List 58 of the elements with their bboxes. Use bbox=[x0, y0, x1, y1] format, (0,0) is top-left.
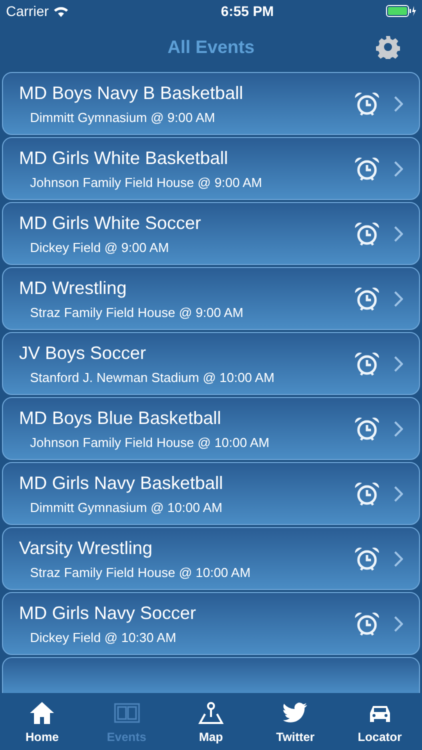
alarm-clock-icon[interactable] bbox=[354, 286, 380, 312]
event-location: Straz Family Field House @ 10:00 AM bbox=[29, 564, 252, 580]
event-row[interactable]: MD Boys Blue Basketball Johnson Family Field House @ 10:00 AM bbox=[2, 397, 420, 460]
event-title: MD Boys Blue Basketball bbox=[19, 408, 222, 428]
alarm-clock-icon[interactable] bbox=[354, 90, 380, 116]
event-title: Varsity Wrestling bbox=[19, 538, 154, 558]
event-title: MD Girls White Soccer bbox=[19, 212, 202, 234]
event-row[interactable]: MD Girls White Basketball Johnson Family Field House @ 9:00 AM bbox=[2, 137, 420, 200]
event-row[interactable]: MD Girls Navy Soccer Dickey Field @ 10:30 AM bbox=[2, 592, 420, 655]
alarm-clock-icon[interactable] bbox=[354, 350, 380, 376]
event-location: Dimmitt Gymnasium @ 10:00 AM bbox=[29, 500, 224, 514]
event-row[interactable]: Varsity Wrestling Straz Family Field House @ 10:00 AM bbox=[2, 527, 420, 590]
event-row[interactable]: MD Boys Navy B Basketball Dimmitt Gymnasium @ 9:00 AM bbox=[2, 72, 420, 135]
event-row[interactable]: MD Girls White Soccer Dickey Field @ 9:00 AM bbox=[2, 202, 420, 265]
tab[interactable]: Locator bbox=[344, 695, 415, 748]
alarm-clock-icon[interactable] bbox=[354, 480, 380, 506]
alarm-clock-icon[interactable] bbox=[354, 416, 380, 442]
wifi-icon bbox=[52, 5, 69, 17]
chevron-icon bbox=[394, 290, 403, 306]
alarm-clock-icon[interactable] bbox=[354, 610, 380, 636]
tab[interactable]: Twitter bbox=[260, 695, 330, 748]
battery-icon bbox=[386, 5, 416, 17]
chevron-icon bbox=[394, 420, 403, 436]
event-row[interactable]: MD Girls Navy Basketball Dimmitt Gymnasium @ 10:00 AM bbox=[2, 462, 420, 525]
event-row[interactable]: JV Boys Soccer Stanford J. Newman Stadium @ 10:00 AM bbox=[2, 332, 420, 395]
event-location: Johnson Family Field House @ 10:00 AM bbox=[29, 434, 270, 450]
chevron-icon bbox=[394, 96, 403, 112]
chevron-icon bbox=[394, 356, 403, 372]
chevron-icon bbox=[394, 550, 403, 566]
chevron-icon bbox=[394, 226, 403, 242]
event-title: MD Boys Navy B Basketball bbox=[19, 82, 244, 104]
tab[interactable]: Home bbox=[7, 695, 78, 748]
settings-icon[interactable] bbox=[376, 35, 400, 59]
nav-title: All Events bbox=[167, 36, 255, 58]
chevron-icon bbox=[394, 160, 403, 176]
event-row[interactable]: MD Wrestling Straz Family Field House @ 9:00 AM bbox=[2, 267, 420, 330]
clock-time: 6:55 PM bbox=[220, 3, 274, 19]
event-location: Johnson Family Field House @ 9:00 AM bbox=[29, 174, 264, 190]
event-location: Dickey Field @ 10:30 AM bbox=[29, 630, 178, 644]
tab[interactable]: Map bbox=[176, 695, 246, 748]
map-pin-icon bbox=[196, 699, 225, 727]
event-location: Dimmitt Gymnasium @ 9:00 AM bbox=[29, 110, 216, 124]
event-location: Dickey Field @ 9:00 AM bbox=[29, 240, 170, 254]
event-title: MD Wrestling bbox=[19, 278, 128, 298]
home-icon bbox=[28, 699, 56, 727]
event-title: MD Girls White Basketball bbox=[19, 148, 230, 168]
event-title: JV Boys Soccer bbox=[19, 342, 148, 364]
chevron-icon bbox=[394, 616, 403, 632]
chevron-icon bbox=[394, 486, 403, 502]
event-row[interactable] bbox=[2, 657, 420, 693]
event-title: MD Girls Navy Basketball bbox=[19, 472, 224, 494]
alarm-clock-icon[interactable] bbox=[354, 546, 380, 572]
alarm-clock-icon[interactable] bbox=[354, 156, 380, 182]
event-location: Straz Family Field House @ 9:00 AM bbox=[29, 304, 244, 320]
carrier-label: Carrier bbox=[6, 3, 49, 19]
alarm-clock-icon[interactable] bbox=[354, 220, 380, 246]
event-title: MD Girls Navy Soccer bbox=[19, 602, 198, 624]
event-location: Stanford J. Newman Stadium @ 10:00 AM bbox=[29, 370, 276, 384]
